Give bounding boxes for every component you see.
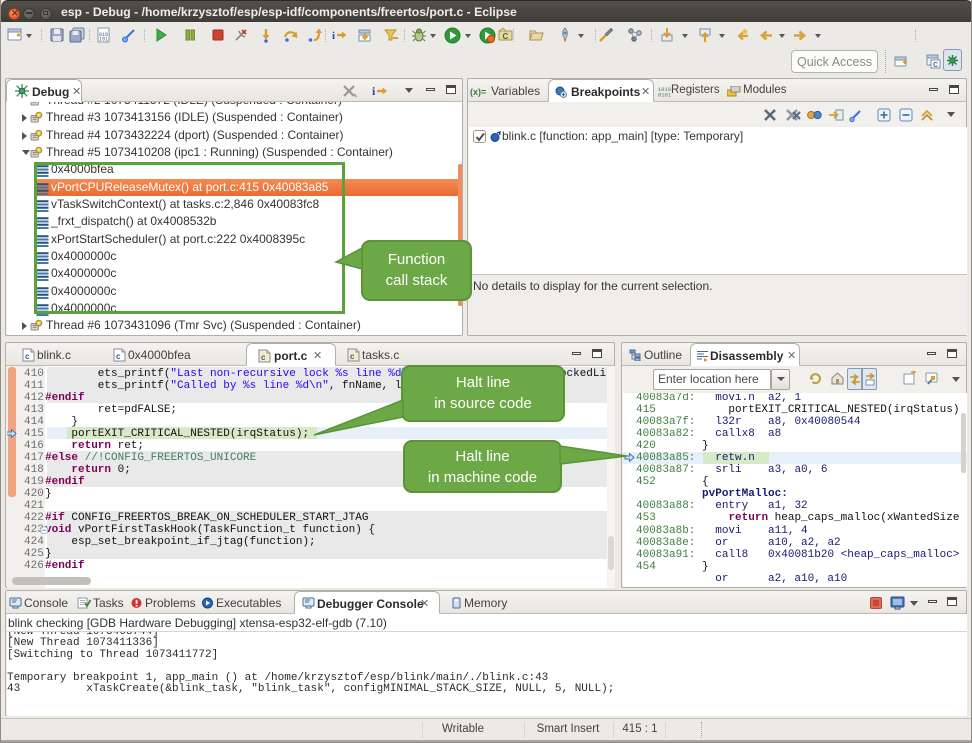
svg-text:i: i (372, 84, 376, 98)
svg-text:c: c (25, 352, 30, 361)
svg-text:c: c (350, 352, 355, 361)
svg-text:101: 101 (99, 37, 108, 43)
svg-text:C: C (933, 62, 938, 69)
svg-text:0101: 0101 (658, 93, 671, 98)
svg-text:c: c (261, 353, 266, 362)
svg-text:i: i (332, 30, 335, 42)
svg-text:C: C (503, 32, 509, 41)
svg-text:c: c (116, 352, 121, 361)
